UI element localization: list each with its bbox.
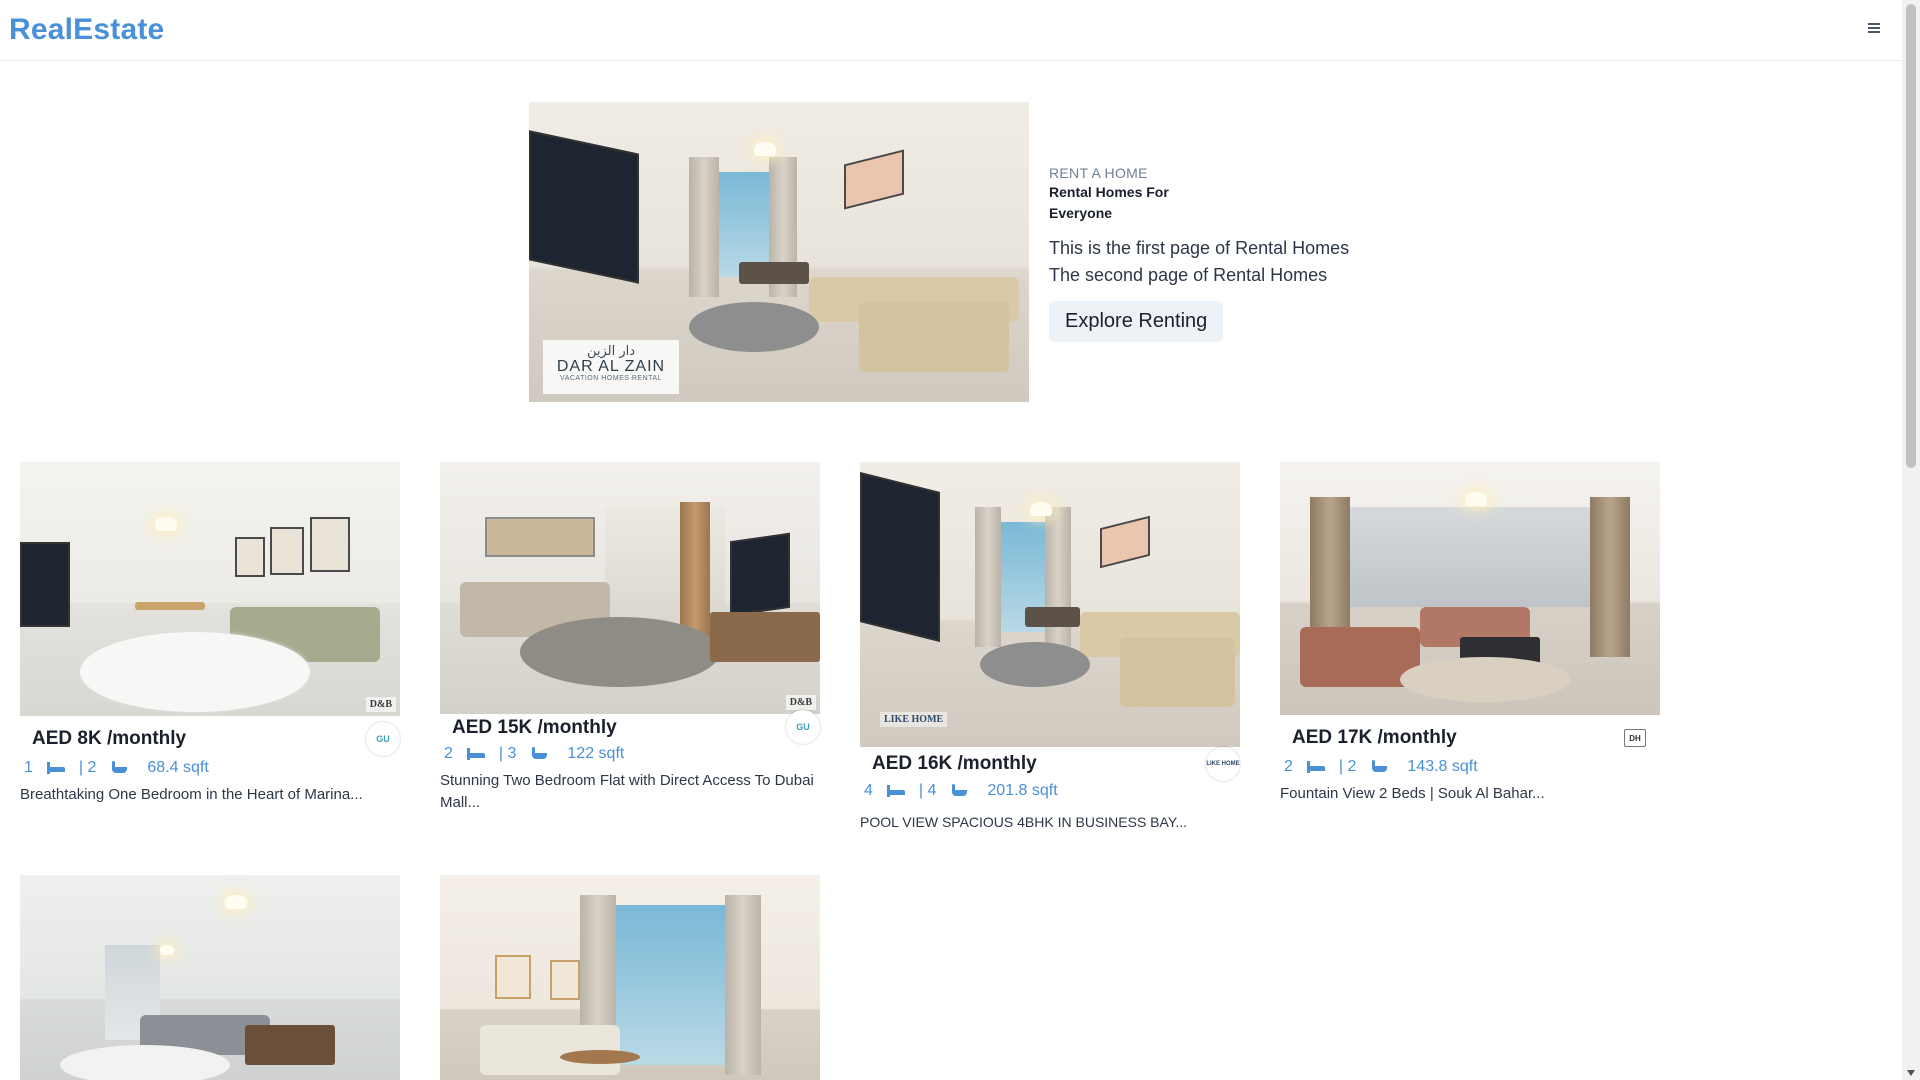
hero-text: RENT A HOME Rental Homes For Everyone Th… [1049, 164, 1409, 342]
listing-card[interactable]: AED 17K /monthly DH 2 | 2 143.8 sqft Fou… [1280, 462, 1660, 805]
rooms-count: 4 [864, 782, 873, 799]
photo-watermark: D&B [365, 697, 396, 712]
listing-price: AED 8K /monthly [32, 728, 187, 749]
agency-logo: GU [366, 722, 400, 756]
hero-eyebrow: RENT A HOME [1049, 165, 1148, 181]
baths-count: | 2 [78, 759, 97, 776]
rooms-count: 2 [444, 745, 453, 762]
hero-logo-arabic: دار الزين [586, 344, 636, 359]
listing-card[interactable]: D&B AED 8K /monthly GU 1 | 2 68.4 sqft B… [20, 462, 400, 806]
baths-count: | 3 [498, 745, 517, 762]
rooms-count: 2 [1284, 758, 1293, 775]
listing-photo[interactable] [440, 875, 820, 1080]
agency-logo: DH [1624, 729, 1646, 747]
listing-title[interactable]: Stunning Two Bedroom Flat with Direct Ac… [440, 770, 820, 814]
navbar: RealEstate [0, 0, 1902, 61]
hero-title: Rental Homes For Everyone [1049, 184, 1169, 221]
photo-watermark: D&B [785, 695, 816, 710]
bath-icon [110, 760, 128, 776]
listing-stats: 2 | 3 122 sqft [440, 742, 820, 766]
listing-card[interactable]: D&B AED 15K /monthly GU 2 | 3 122 sqft S… [440, 462, 820, 814]
area-value: 68.4 sqft [147, 759, 209, 776]
grid-icon [223, 761, 237, 775]
area-value: 143.8 sqft [1407, 758, 1478, 775]
bath-icon [530, 746, 548, 762]
photo-watermark: LIKE HOME [880, 712, 948, 727]
scrollbar-thumb[interactable] [1906, 4, 1916, 468]
bed-icon [46, 762, 65, 774]
listing-card[interactable]: LIKE HOME AED 16K /monthly LIKE HOME 4 |… [860, 462, 1240, 833]
hero-desc-line-1: This is the first page of Rental Homes [1049, 238, 1350, 258]
hero-description: This is the first page of Rental Homes T… [1049, 235, 1409, 289]
grid-icon [1072, 784, 1086, 798]
hero-logo-sub: VACATION HOMES RENTAL [560, 375, 662, 382]
grid-icon [638, 747, 652, 761]
explore-renting-button[interactable]: Explore Renting [1049, 301, 1224, 342]
logo[interactable]: RealEstate [9, 13, 164, 47]
rooms-count: 1 [24, 759, 33, 776]
hero-logo: دار الزين DAR AL ZAIN VACATION HOMES REN… [543, 340, 679, 394]
baths-count: | 2 [1338, 758, 1357, 775]
grid-icon [1492, 760, 1506, 774]
listing-photo[interactable] [1280, 462, 1660, 715]
bed-icon [1306, 761, 1325, 773]
listing-price: AED 17K /monthly [1292, 727, 1457, 748]
bed-icon [466, 748, 485, 760]
hero-logo-name: DAR AL ZAIN [556, 358, 666, 375]
bath-icon [950, 783, 968, 799]
hero-desc-line-2: The second page of Rental Homes [1049, 265, 1328, 285]
listing-photo[interactable] [20, 875, 400, 1080]
listing-photo[interactable]: D&B [20, 462, 400, 716]
area-value: 201.8 sqft [987, 782, 1058, 799]
area-value: 122 sqft [567, 745, 625, 762]
agency-logo: GU [786, 710, 820, 744]
agency-logo: LIKE HOME [1206, 747, 1240, 781]
listing-photo[interactable]: D&B [440, 462, 820, 714]
listing-price: AED 15K /monthly [452, 717, 617, 738]
listing-title[interactable]: Fountain View 2 Beds | Souk Al Bahar... [1280, 783, 1660, 805]
listing-title[interactable]: Breathtaking One Bedroom in the Heart of… [20, 784, 400, 806]
hero-image: دار الزين DAR AL ZAIN VACATION HOMES REN… [529, 102, 1029, 402]
bath-icon [1370, 759, 1388, 775]
scroll-down-icon[interactable] [1907, 1070, 1915, 1076]
hamburger-icon[interactable] [1864, 18, 1884, 38]
listing-stats: 1 | 2 68.4 sqft [20, 756, 400, 780]
scrollbar[interactable] [1902, 0, 1920, 1080]
listing-stats: 4 | 4 201.8 sqft [860, 779, 1240, 803]
listing-price: AED 16K /monthly [872, 753, 1037, 774]
bed-icon [886, 785, 905, 797]
listing-stats: 2 | 2 143.8 sqft [1280, 755, 1660, 779]
listing-title[interactable]: POOL VIEW SPACIOUS 4BHK IN BUSINESS BAY.… [860, 811, 1240, 833]
baths-count: | 4 [918, 782, 937, 799]
listing-photo[interactable]: LIKE HOME [860, 462, 1240, 747]
